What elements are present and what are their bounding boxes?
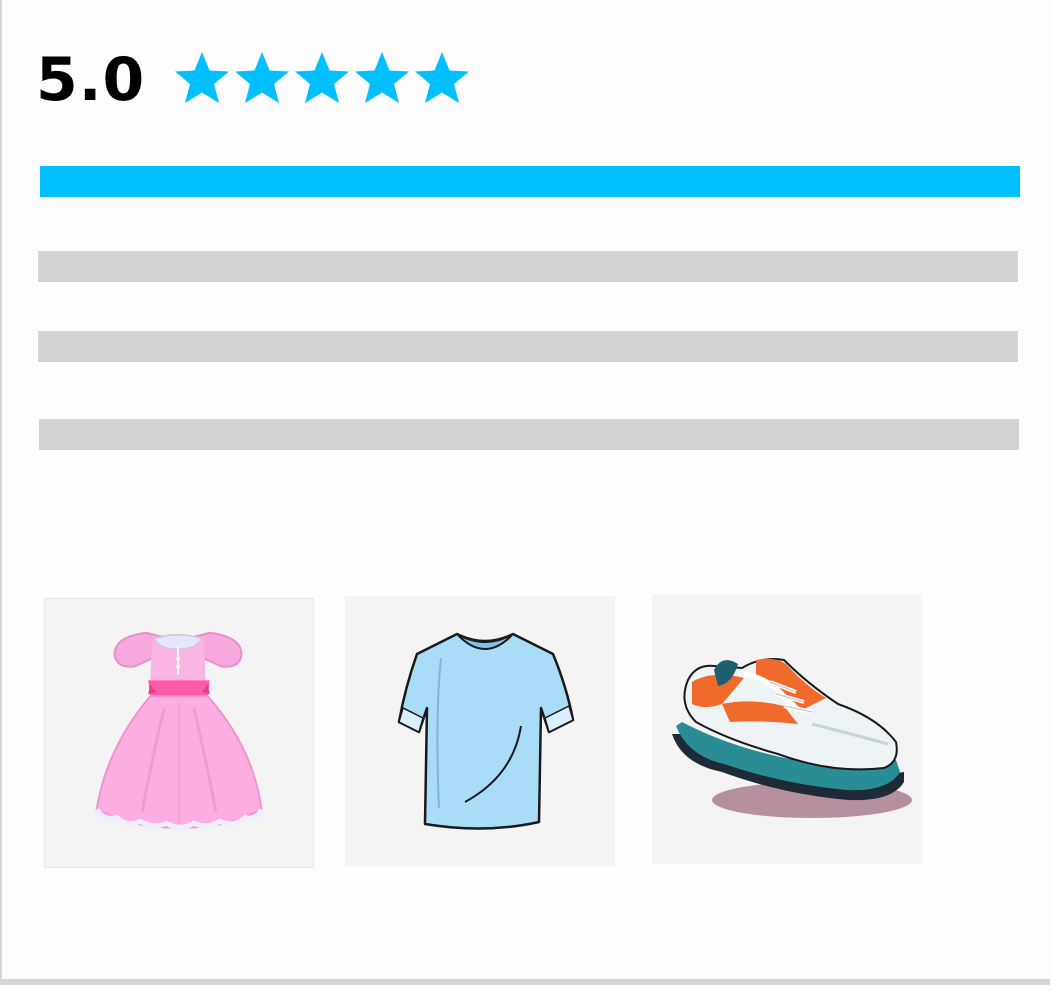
star-icon [232, 50, 292, 106]
rating-bar [38, 331, 1018, 362]
rating-score: 5.0 [36, 45, 146, 115]
star-icon [292, 50, 352, 106]
rating-bar [40, 166, 1020, 197]
blue-tshirt-image[interactable] [345, 596, 615, 866]
pink-dress-image[interactable] [44, 598, 314, 868]
star-icon [172, 50, 232, 106]
sneaker-image[interactable] [652, 594, 922, 864]
review-summary-panel: 5.0 [0, 0, 1050, 985]
rating-bar [39, 419, 1019, 450]
star-icon [352, 50, 412, 106]
star-icon [412, 50, 472, 106]
rating-bar [38, 251, 1018, 282]
rating-bar-fill [40, 166, 1020, 197]
